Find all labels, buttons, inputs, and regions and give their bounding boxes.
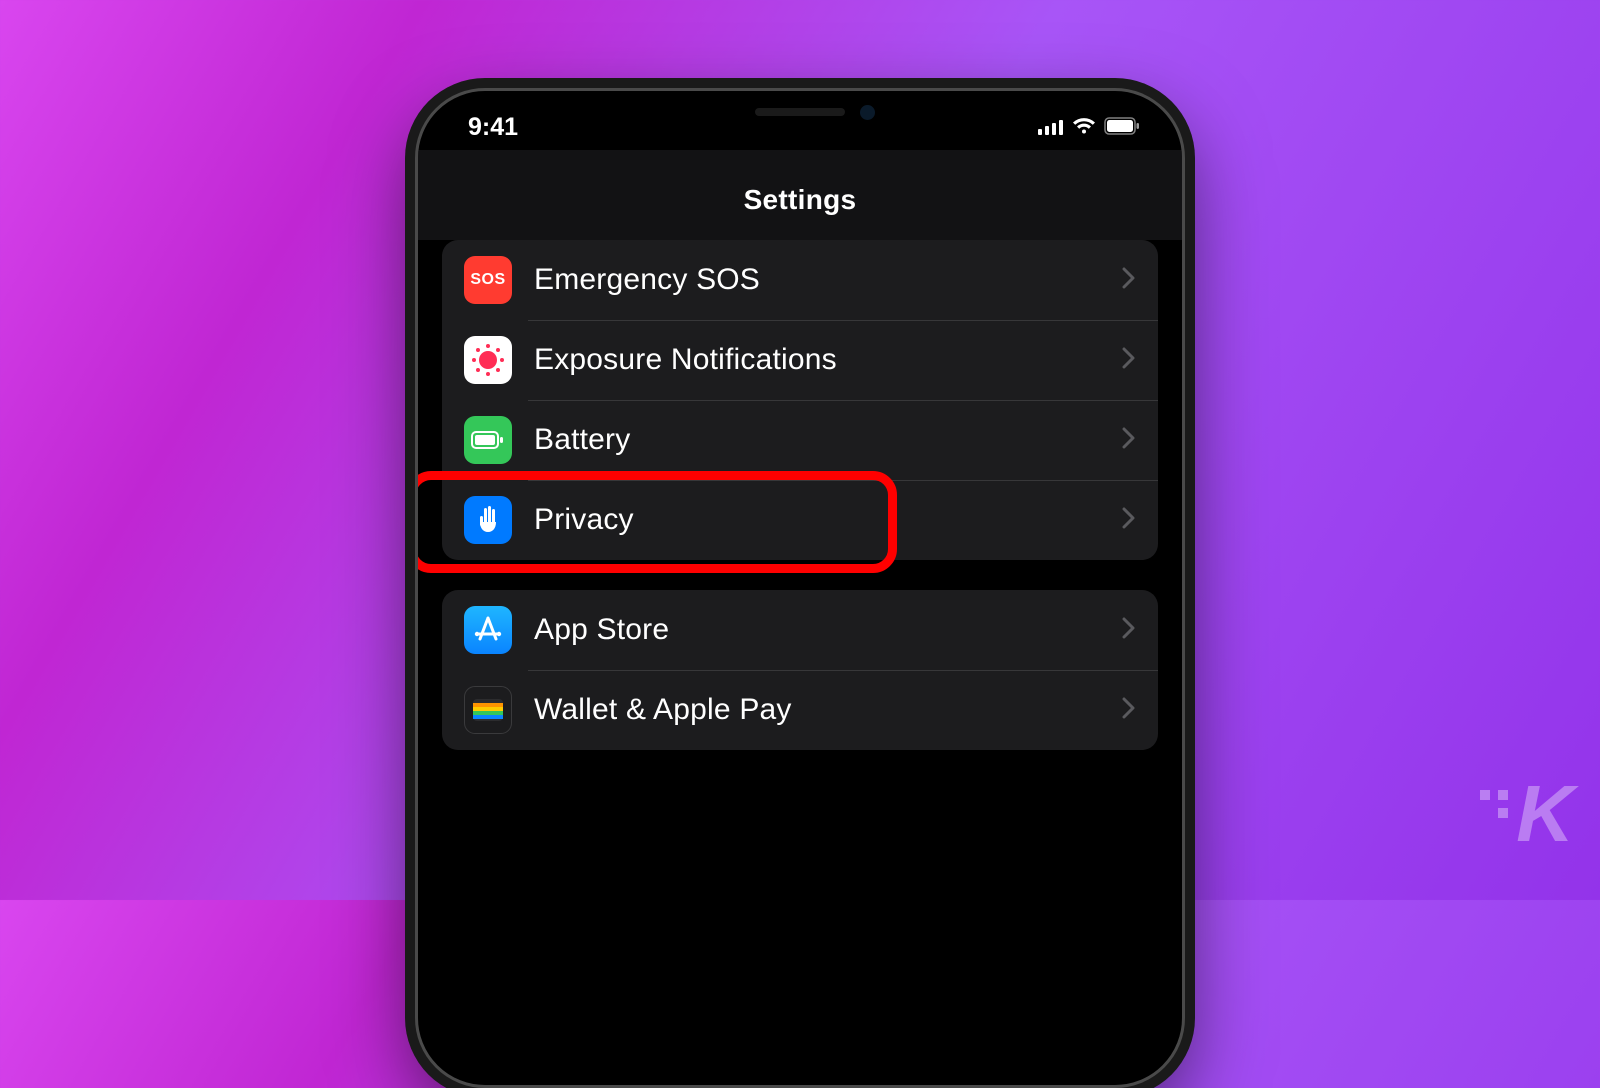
row-label: Privacy: [534, 503, 1122, 537]
cellular-icon: [1038, 113, 1064, 142]
watermark: K: [1516, 768, 1570, 860]
status-time: 9:41: [468, 113, 518, 142]
notch: [655, 91, 945, 133]
wallet-icon: [464, 686, 512, 734]
phone-frame: 9:41 Settings SOS Emergency SOS: [415, 88, 1185, 1088]
battery-status-icon: [1104, 113, 1140, 142]
sos-icon: SOS: [464, 256, 512, 304]
chevron-right-icon: [1122, 697, 1136, 724]
exposure-icon: [464, 336, 512, 384]
chevron-right-icon: [1122, 427, 1136, 454]
row-label: Battery: [534, 423, 1122, 457]
row-label: Emergency SOS: [534, 263, 1122, 297]
wifi-icon: [1072, 113, 1096, 142]
chevron-right-icon: [1122, 507, 1136, 534]
nav-header: Settings: [418, 150, 1182, 240]
chevron-right-icon: [1122, 347, 1136, 374]
row-label: App Store: [534, 613, 1122, 647]
row-label: Wallet & Apple Pay: [534, 693, 1122, 727]
row-battery[interactable]: Battery: [442, 400, 1158, 480]
chevron-right-icon: [1122, 617, 1136, 644]
row-wallet-apple-pay[interactable]: Wallet & Apple Pay: [442, 670, 1158, 750]
row-privacy[interactable]: Privacy: [442, 480, 1158, 560]
row-exposure-notifications[interactable]: Exposure Notifications: [442, 320, 1158, 400]
battery-icon: [464, 416, 512, 464]
row-app-store[interactable]: App Store: [442, 590, 1158, 670]
page-title: Settings: [418, 184, 1182, 216]
appstore-icon: [464, 606, 512, 654]
chevron-right-icon: [1122, 267, 1136, 294]
settings-group-2: App Store Wallet & Apple Pay: [442, 590, 1158, 750]
privacy-icon: [464, 496, 512, 544]
row-emergency-sos[interactable]: SOS Emergency SOS: [442, 240, 1158, 320]
row-label: Exposure Notifications: [534, 343, 1122, 377]
settings-group-1: SOS Emergency SOS Exposure Notifications…: [442, 240, 1158, 560]
